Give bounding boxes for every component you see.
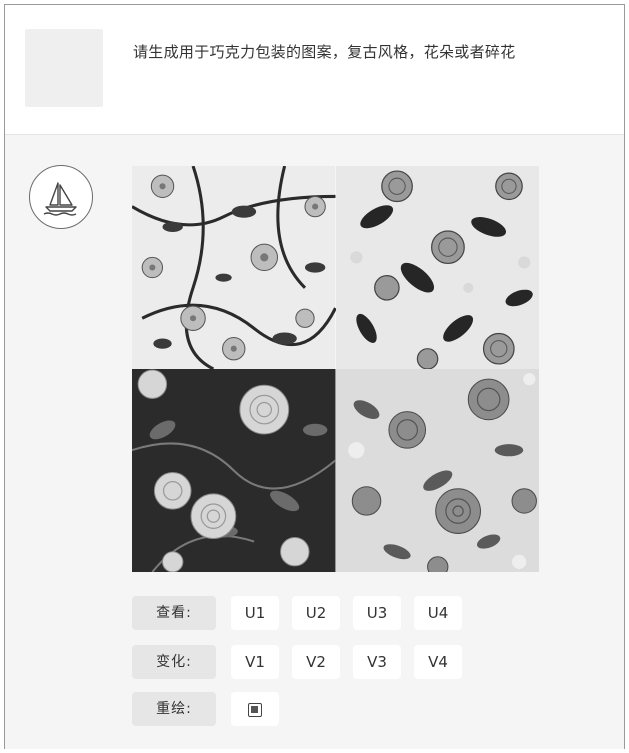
variation-3-button[interactable]: V3: [353, 645, 401, 679]
generated-image-4[interactable]: [335, 369, 539, 572]
variation-2-button[interactable]: V2: [292, 645, 340, 679]
generated-image-3[interactable]: [132, 369, 336, 572]
vary-button-row: 变化: V1 V2 V3 V4: [132, 645, 475, 679]
redraw-button[interactable]: [231, 692, 279, 726]
variation-4-button[interactable]: V4: [414, 645, 462, 679]
upscale-4-button[interactable]: U4: [414, 596, 462, 630]
upscale-2-button[interactable]: U2: [292, 596, 340, 630]
redraw-label: 重绘:: [132, 692, 216, 726]
vary-label: 变化:: [132, 645, 216, 679]
generated-image-grid[interactable]: [132, 166, 539, 572]
upscale-3-button[interactable]: U3: [353, 596, 401, 630]
generated-image-1[interactable]: [132, 166, 336, 369]
sailboat-logo-icon: [43, 182, 77, 216]
generated-image-2[interactable]: [335, 166, 539, 369]
redraw-button-row: 重绘:: [132, 692, 292, 726]
user-message-row: 请生成用于巧克力包装的图案，复古风格，花朵或者碎花: [5, 5, 624, 134]
upscale-1-button[interactable]: U1: [231, 596, 279, 630]
bot-avatar: [29, 165, 93, 229]
redraw-icon: [248, 702, 262, 717]
view-button-row: 查看: U1 U2 U3 U4: [132, 596, 475, 630]
view-label: 查看:: [132, 596, 216, 630]
user-avatar: [25, 29, 103, 107]
chat-window: 请生成用于巧克力包装的图案，复古风格，花朵或者碎花 查看: U1 U2 U3 U…: [4, 4, 625, 749]
variation-1-button[interactable]: V1: [231, 645, 279, 679]
bot-response-area: 查看: U1 U2 U3 U4 变化: V1 V2 V3 V4 重绘:: [5, 134, 624, 749]
user-prompt-text: 请生成用于巧克力包装的图案，复古风格，花朵或者碎花: [133, 43, 516, 61]
